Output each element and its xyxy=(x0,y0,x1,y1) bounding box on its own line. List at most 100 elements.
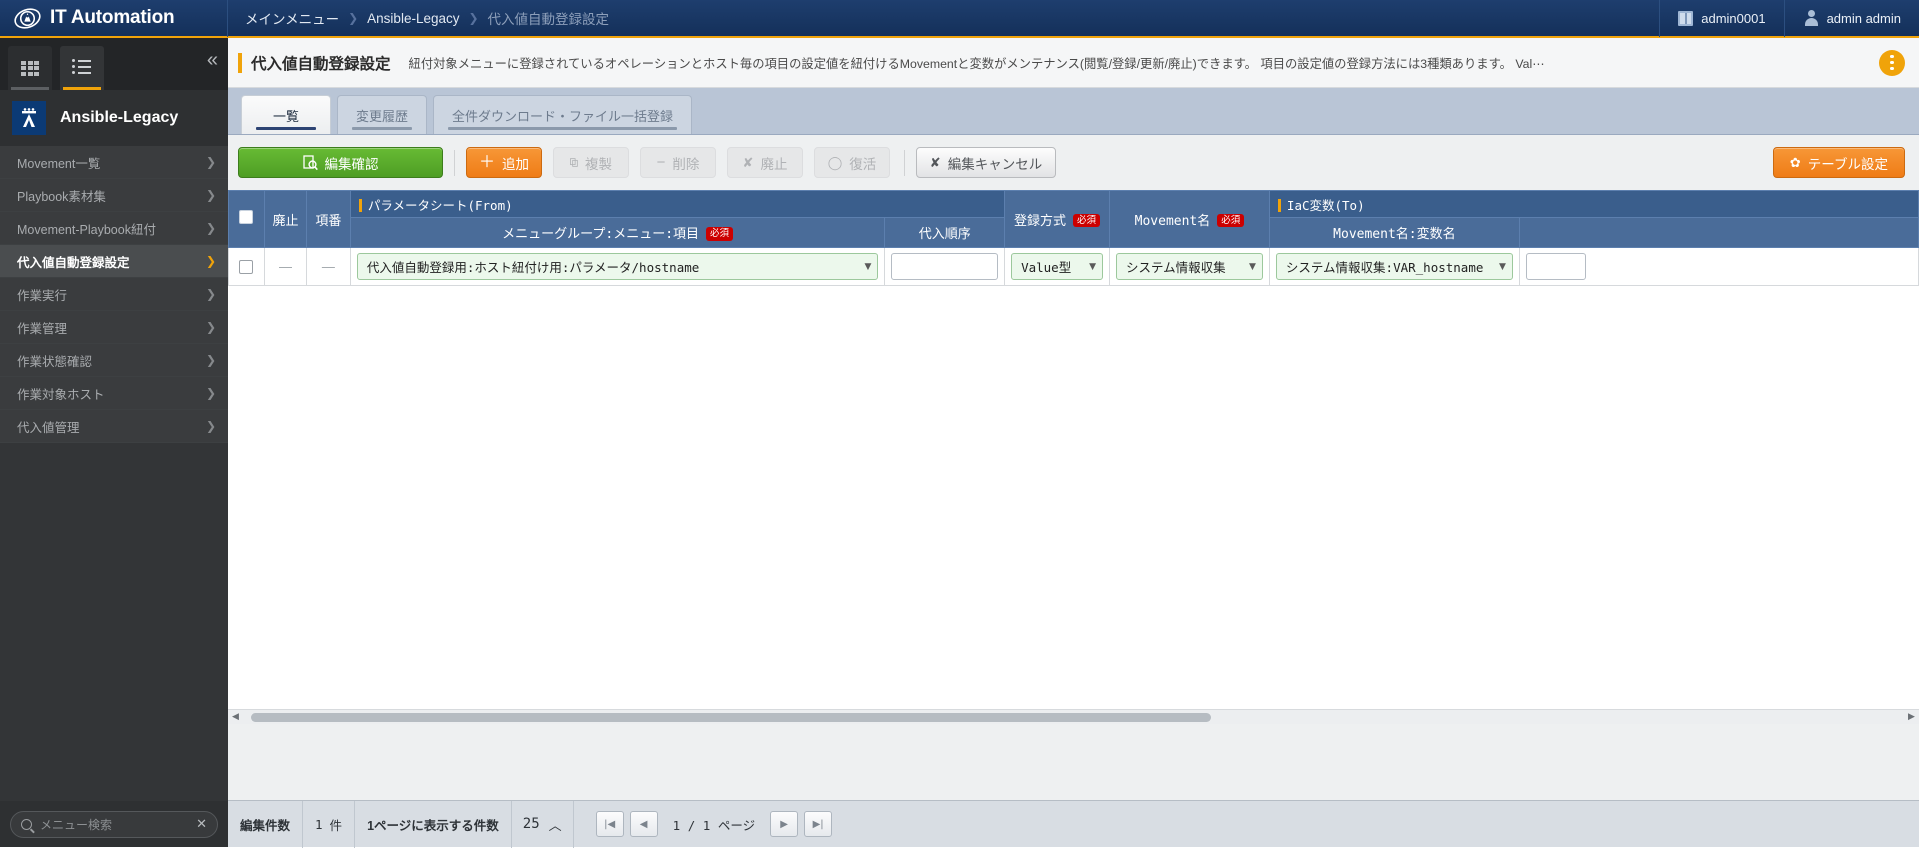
scrollbar-thumb[interactable] xyxy=(251,713,1211,722)
brand-title: IT Automation xyxy=(50,7,174,29)
tab-bulk-download-upload[interactable]: 全件ダウンロード・ファイル一括登録 xyxy=(433,95,692,134)
tab-underline xyxy=(256,127,316,130)
sidebar-item-movement-playbook-link[interactable]: Movement-Playbook紐付 ❯ xyxy=(0,212,228,245)
book-icon xyxy=(1678,11,1693,26)
movement-select[interactable]: システム情報収集 ▼ xyxy=(1116,253,1263,280)
sidebar: « Ansible-Legacy Movement一覧 ❯ Playbook素材… xyxy=(0,38,228,847)
title-accent-bar xyxy=(238,53,242,73)
column-header-menu-group[interactable]: メニューグループ:メニュー:項目必須 xyxy=(350,218,885,248)
sidebar-item-substitution-value-management[interactable]: 代入値管理 ❯ xyxy=(0,410,228,443)
row-method-cell[interactable]: Value型 ▼ xyxy=(1005,248,1110,286)
sidebar-tab-grid[interactable] xyxy=(8,46,52,90)
param-sheet-select[interactable]: 代入値自動登録用:ホスト紐付け用:パラメータ/hostname ▼ xyxy=(357,253,879,280)
tab-change-history[interactable]: 変更履歴 xyxy=(337,95,427,134)
duplicate-label: 複製 xyxy=(585,153,612,173)
prev-page-button[interactable]: ◀ xyxy=(630,811,658,837)
breadcrumb-item-ansible-legacy[interactable]: Ansible-Legacy xyxy=(367,11,459,26)
sidebar-item-movement-list[interactable]: Movement一覧 ❯ xyxy=(0,146,228,179)
select-all-checkbox[interactable] xyxy=(239,210,253,224)
row-extra-cell[interactable] xyxy=(1519,248,1918,286)
page-current: 1 xyxy=(673,818,681,833)
page-description: 紐付対象メニューに登録されているオペレーションとホスト毎の項目の設定値を紐付ける… xyxy=(409,54,1869,72)
tab-strip: 一覧 変更履歴 全件ダウンロード・ファイル一括登録 xyxy=(228,88,1919,135)
sidebar-tab-list[interactable] xyxy=(60,46,104,90)
sidebar-collapse-button[interactable]: « xyxy=(207,50,218,70)
row-iac-variable-cell[interactable]: システム情報収集:VAR_hostname ▼ xyxy=(1269,248,1519,286)
sidebar-item-label: 作業実行 xyxy=(17,285,67,304)
row-checkbox[interactable] xyxy=(239,260,253,274)
iac-variable-value: システム情報収集:VAR_hostname xyxy=(1286,257,1483,276)
page-title: 代入値自動登録設定 xyxy=(251,52,391,74)
minus-icon: − xyxy=(657,155,666,170)
confirm-edit-label: 編集確認 xyxy=(325,153,379,173)
order-input[interactable] xyxy=(891,253,998,280)
row-param-sheet-cell[interactable]: 代入値自動登録用:ホスト紐付け用:パラメータ/hostname ▼ xyxy=(350,248,885,286)
cancel-edit-label: 編集キャンセル xyxy=(948,153,1043,173)
brand[interactable]: IT Automation xyxy=(0,0,228,37)
add-button[interactable]: ＋ 追加 xyxy=(466,147,542,178)
sidebar-item-playbook-materials[interactable]: Playbook素材集 ❯ xyxy=(0,179,228,212)
user-menu[interactable]: admin admin xyxy=(1784,0,1919,37)
column-header-movement[interactable]: Movement名必須 xyxy=(1110,191,1270,248)
table-row[interactable]: — — 代入値自動登録用:ホスト紐付け用:パラメータ/hostname ▼ Va… xyxy=(229,248,1919,286)
column-header-order[interactable]: 代入順序 xyxy=(885,218,1005,248)
scroll-right-icon[interactable]: ▶ xyxy=(1904,710,1919,725)
method-select[interactable]: Value型 ▼ xyxy=(1011,253,1103,280)
row-order-cell[interactable] xyxy=(885,248,1005,286)
breadcrumb-separator-icon: ❯ xyxy=(348,11,358,25)
sidebar-item-job-status[interactable]: 作業状態確認 ❯ xyxy=(0,344,228,377)
pager: |◀ ◀ 1 / 1 ページ ▶ ▶| xyxy=(574,811,832,837)
discard-button: ✘ 廃止 xyxy=(727,147,803,178)
restore-label: 復活 xyxy=(849,153,876,173)
row-movement-cell[interactable]: システム情報収集 ▼ xyxy=(1110,248,1270,286)
close-icon[interactable]: ✕ xyxy=(196,816,207,832)
search-icon xyxy=(21,819,32,830)
per-page-select[interactable]: 25 ︿ xyxy=(512,801,574,848)
first-page-button[interactable]: |◀ xyxy=(596,811,624,837)
data-table: 廃止 項番 パラメータシート(From) 登録方式必須 Movement名必須 … xyxy=(228,190,1919,286)
group-header-iac-variable: IaC変数(To) xyxy=(1269,191,1918,218)
more-options-icon[interactable] xyxy=(1879,50,1905,76)
column-header-no[interactable]: 項番 xyxy=(306,191,350,248)
extra-input[interactable] xyxy=(1526,253,1586,280)
column-label: メニューグループ:メニュー:項目 xyxy=(502,227,699,242)
row-select-cell[interactable] xyxy=(229,248,265,286)
param-sheet-value: 代入値自動登録用:ホスト紐付け用:パラメータ/hostname xyxy=(367,257,699,276)
tab-label: 一覧 xyxy=(273,106,299,125)
user-label: admin admin xyxy=(1827,11,1901,26)
scrollbar-track[interactable] xyxy=(243,710,1904,725)
row-no-cell: — xyxy=(306,248,350,286)
sidebar-item-job-execution[interactable]: 作業実行 ❯ xyxy=(0,278,228,311)
page-separator: / xyxy=(688,818,696,833)
column-header-discard[interactable]: 廃止 xyxy=(264,191,306,248)
next-page-button[interactable]: ▶ xyxy=(770,811,798,837)
column-header-method[interactable]: 登録方式必須 xyxy=(1005,191,1110,248)
sidebar-item-job-management[interactable]: 作業管理 ❯ xyxy=(0,311,228,344)
iac-variable-select[interactable]: システム情報収集:VAR_hostname ▼ xyxy=(1276,253,1513,280)
column-header-extra[interactable] xyxy=(1519,218,1918,248)
scroll-left-icon[interactable]: ◀ xyxy=(228,710,243,725)
cancel-edit-button[interactable]: ✘ 編集キャンセル xyxy=(916,147,1056,178)
breadcrumb-item-main-menu[interactable]: メインメニュー xyxy=(245,8,339,28)
select-all-header[interactable] xyxy=(229,191,265,248)
list-icon xyxy=(72,59,92,77)
sidebar-item-auto-substitution-settings[interactable]: 代入値自動登録設定 ❯ xyxy=(0,245,228,278)
sidebar-item-target-hosts[interactable]: 作業対象ホスト ❯ xyxy=(0,377,228,410)
menu-search-input[interactable]: メニュー検索 ✕ xyxy=(10,811,218,838)
restore-button: ◯ 復活 xyxy=(814,147,890,178)
required-badge: 必須 xyxy=(1073,214,1100,228)
copy-icon xyxy=(570,156,578,169)
required-badge: 必須 xyxy=(1217,214,1244,228)
table-setting-button[interactable]: ✿ テーブル設定 xyxy=(1773,147,1905,178)
workspace-selector[interactable]: admin0001 xyxy=(1659,0,1783,37)
cross-icon: ✘ xyxy=(743,156,754,169)
page-total: 1 xyxy=(703,818,711,833)
column-header-movement-variable[interactable]: Movement名:変数名 xyxy=(1269,218,1519,248)
horizontal-scrollbar[interactable]: ◀ ▶ xyxy=(228,709,1919,724)
last-page-button[interactable]: ▶| xyxy=(804,811,832,837)
confirm-edit-button[interactable]: 編集確認 xyxy=(238,147,443,178)
group-header-label: IaC変数(To) xyxy=(1287,198,1365,213)
tab-list[interactable]: 一覧 xyxy=(241,95,331,134)
chevron-down-icon: ▼ xyxy=(1499,262,1506,272)
ansible-logo-icon xyxy=(12,101,46,135)
